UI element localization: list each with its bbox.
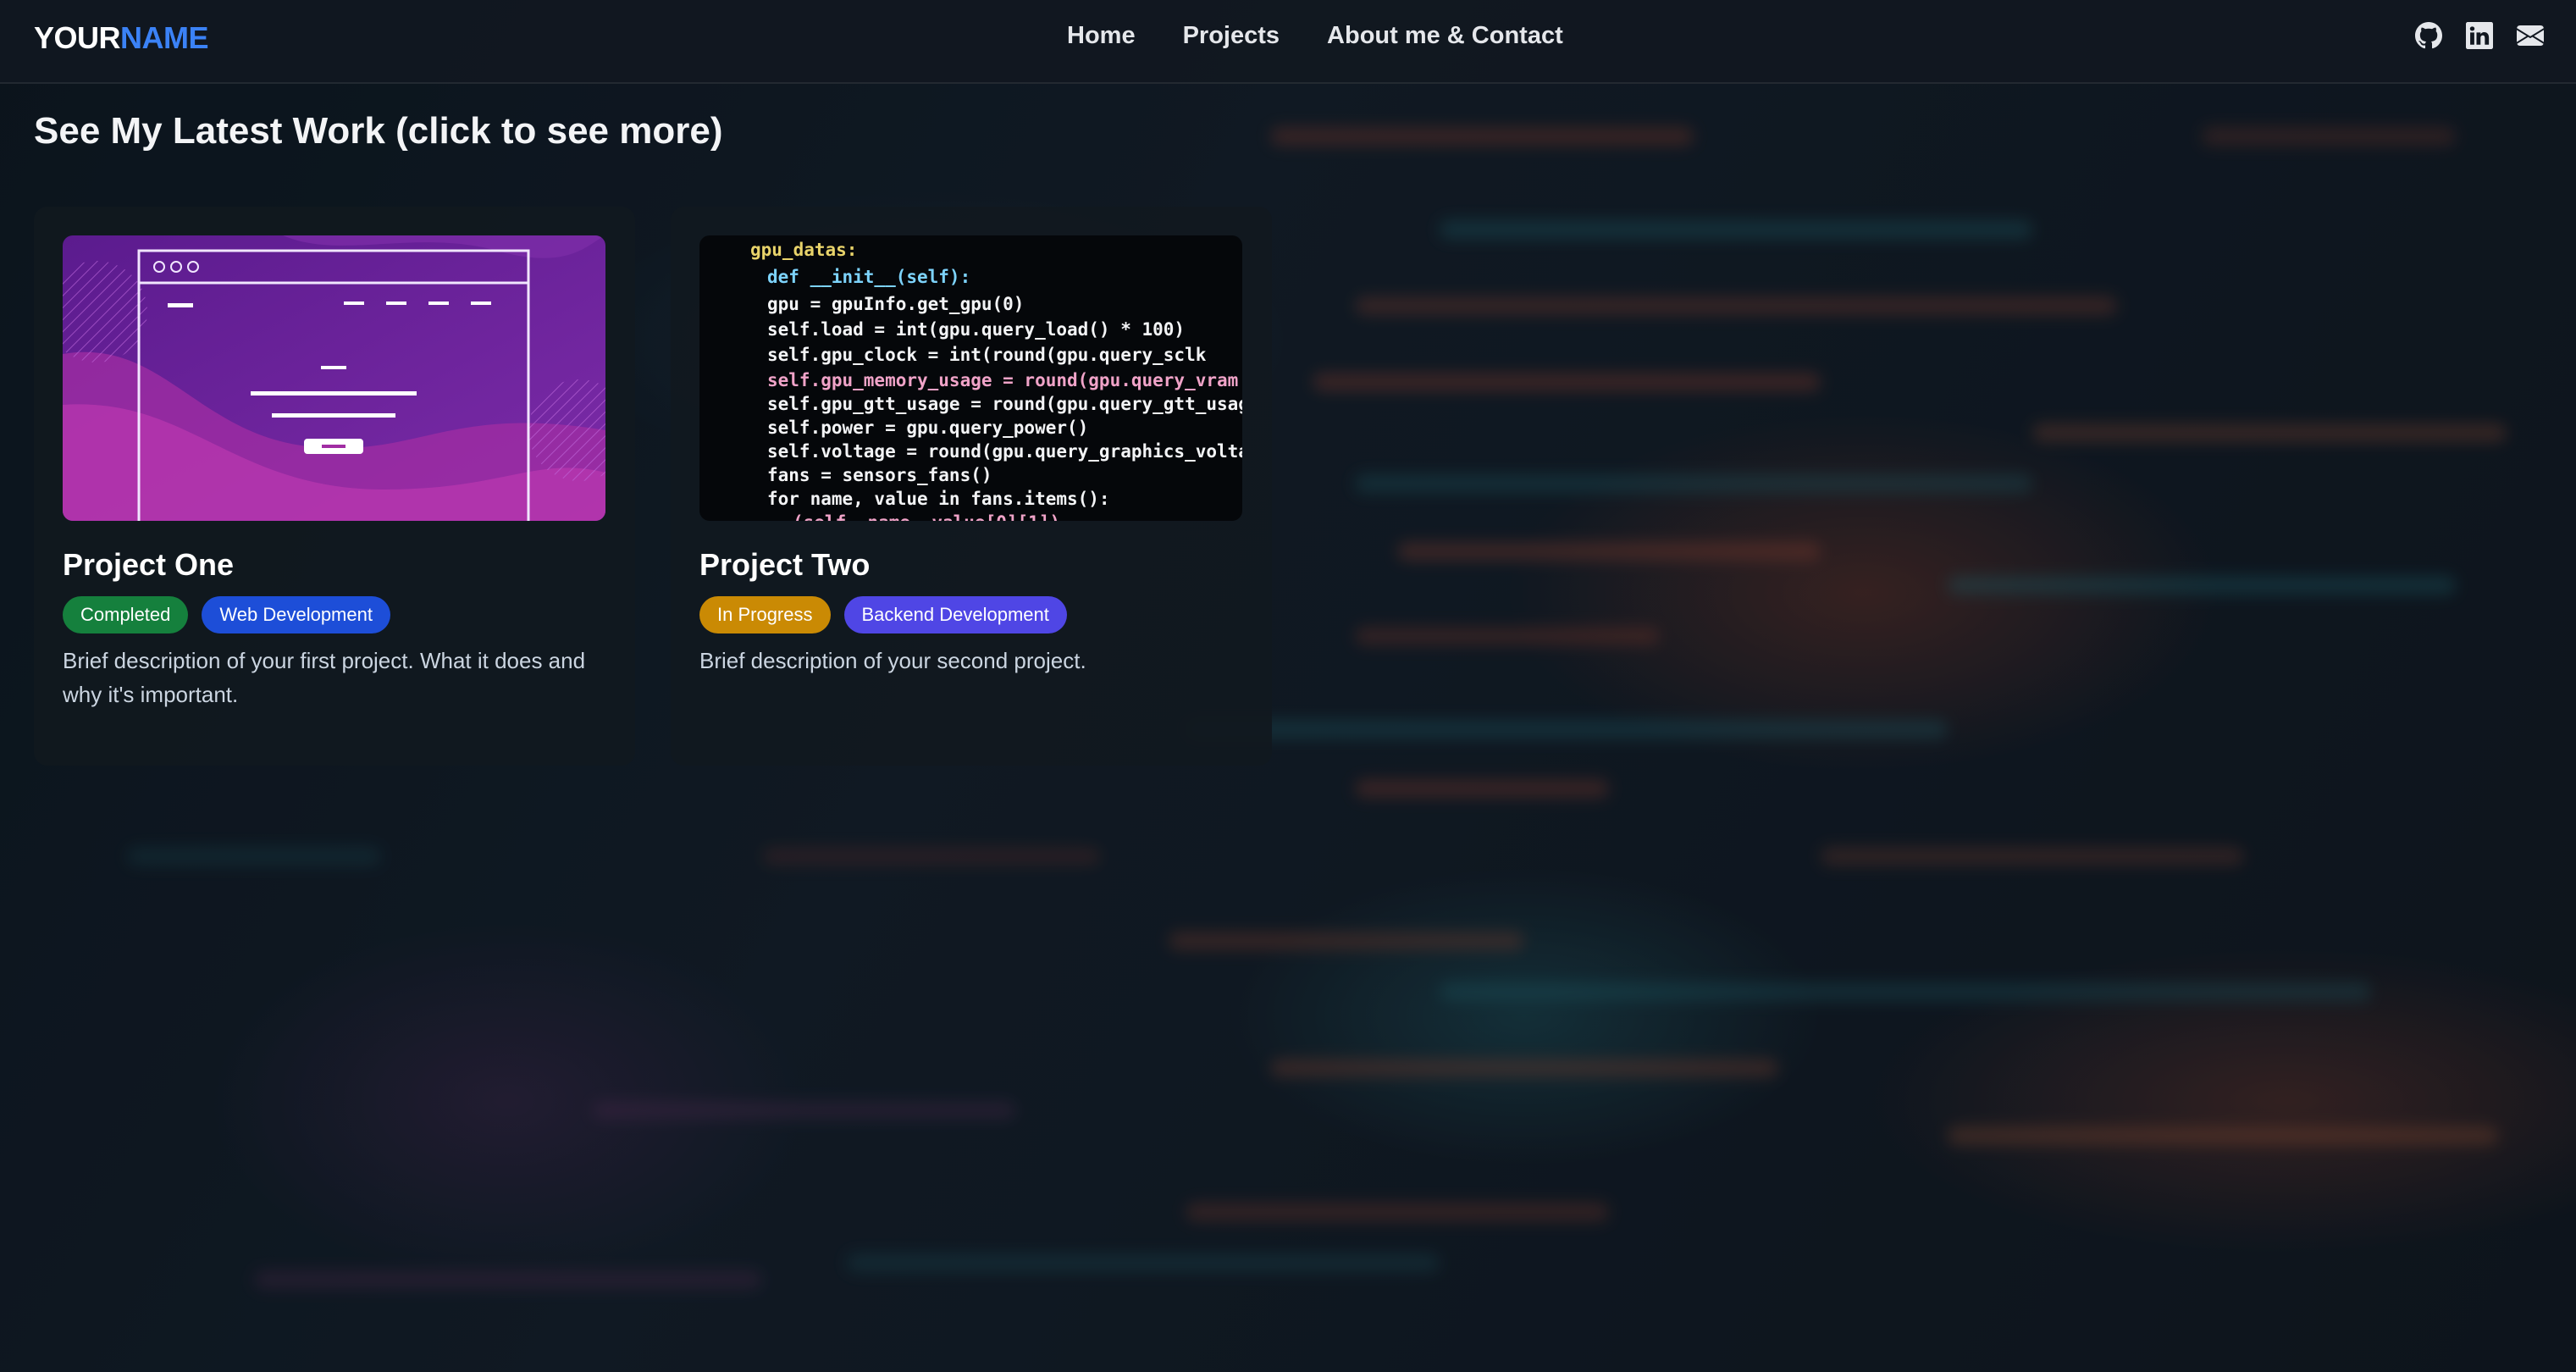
project-tags: Completed Web Development (63, 596, 390, 633)
github-icon[interactable] (2415, 22, 2442, 49)
category-badge: Web Development (202, 596, 390, 633)
code-line: (self, name, value[0][1]) (793, 512, 1060, 521)
nav-home-link[interactable]: Home (1067, 22, 1136, 50)
nav-about-link[interactable]: About me & Contact (1327, 22, 1563, 50)
project-description: Brief description of your second project… (699, 648, 1086, 673)
code-line: self.gpu_gtt_usage = round(gpu.query_gtt… (767, 394, 1242, 414)
code-line: self.power = gpu.query_power() (767, 418, 1088, 438)
project-card-one[interactable]: Project One Completed Web Development Br… (34, 207, 635, 766)
code-line: gpu_datas: (750, 240, 857, 260)
project-description: Brief description of your first project.… (63, 648, 586, 707)
code-line: for name, value in fans.items(): (767, 489, 1110, 509)
code-line: gpu = gpuInfo.get_gpu(0) (767, 294, 1024, 314)
section-title: See My Latest Work (click to see more) (34, 110, 723, 152)
brand-logo-part1: YOUR (34, 20, 121, 55)
nav-projects-link[interactable]: Projects (1183, 22, 1280, 50)
status-badge: In Progress (699, 596, 831, 633)
brand-logo-part2: NAME (120, 20, 209, 55)
brand-logo[interactable]: YOURNAME (34, 20, 209, 56)
category-badge: Backend Development (843, 596, 1067, 633)
code-line: self.gpu_clock = int(round(gpu.query_scl… (767, 345, 1207, 365)
project-one-thumbnail (63, 235, 605, 521)
project-two-thumbnail: gpu_datas: def __init__(self): gpu = gpu… (699, 235, 1242, 521)
social-links (2415, 22, 2544, 49)
code-line: self.gpu_memory_usage = round(gpu.query_… (767, 370, 1238, 390)
code-line: self.load = int(gpu.query_load() * 100) (767, 319, 1185, 340)
envelope-icon[interactable] (2517, 22, 2544, 49)
project-title: Project One (63, 547, 235, 582)
linkedin-icon[interactable] (2466, 22, 2493, 49)
status-badge: Completed (63, 596, 189, 633)
main-nav: Home Projects About me & Contact (1067, 22, 1563, 50)
project-card-two[interactable]: gpu_datas: def __init__(self): gpu = gpu… (671, 207, 1272, 766)
code-line: fans = sensors_fans() (767, 465, 992, 485)
project-tags: In Progress Backend Development (699, 596, 1067, 633)
top-navbar: YOURNAME Home Projects About me & Contac… (0, 0, 2576, 84)
code-line: self.voltage = round(gpu.query_graphics_… (767, 441, 1242, 462)
project-title: Project Two (699, 547, 871, 582)
code-line: def __init__(self): (767, 267, 970, 287)
